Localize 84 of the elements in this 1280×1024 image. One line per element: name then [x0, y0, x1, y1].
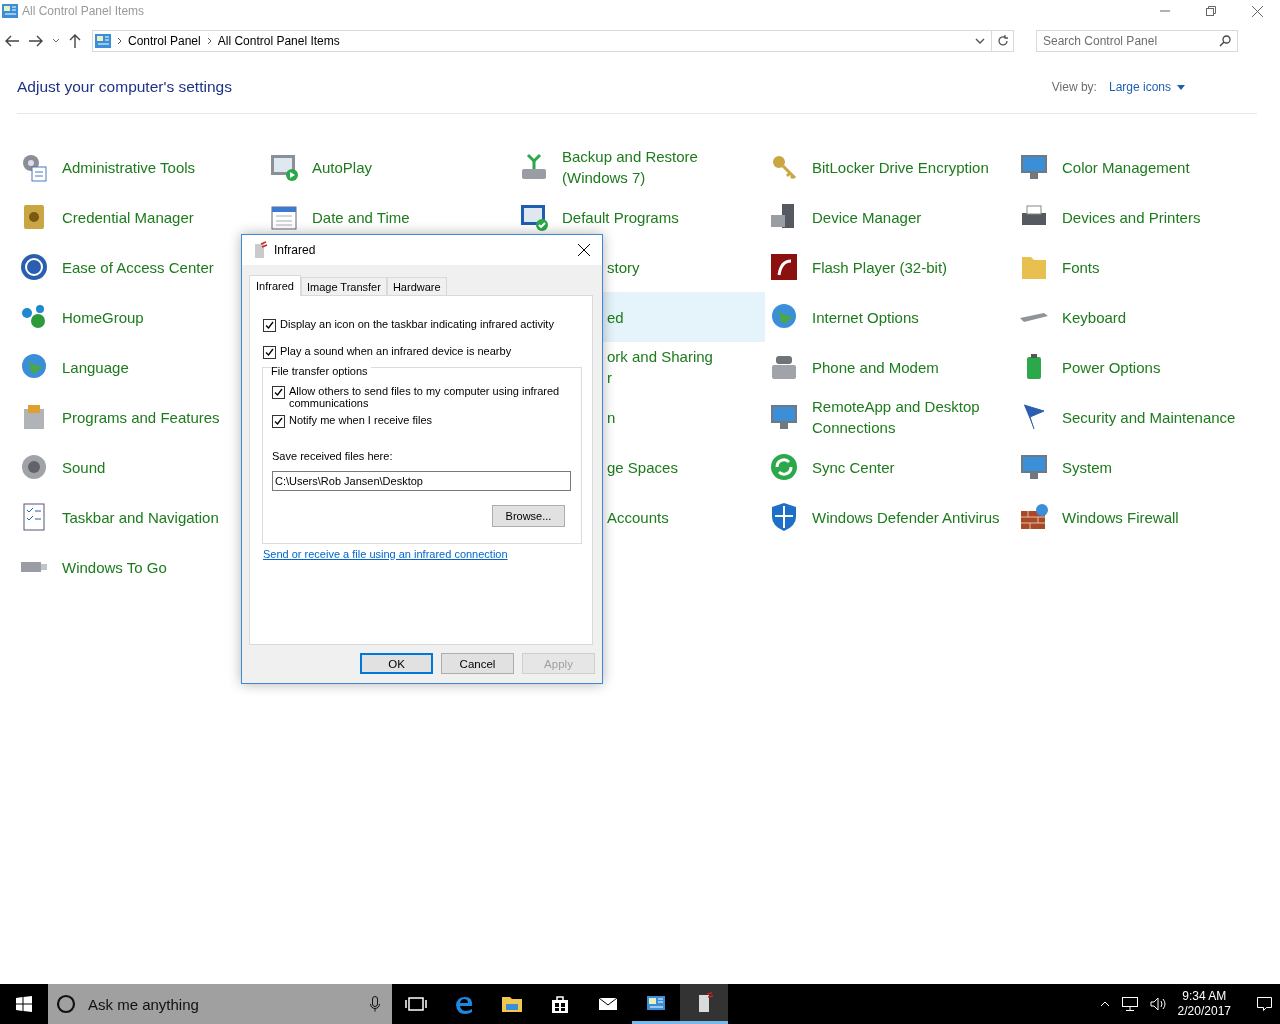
control-panel-item[interactable]: BitLocker Drive Encryption [765, 142, 995, 192]
group-title: File transfer options [271, 365, 371, 377]
field-label: Save received files here: [272, 450, 394, 462]
control-panel-item[interactable]: AutoPlay [265, 142, 379, 192]
caret-icon [1177, 84, 1185, 90]
view-by-dropdown[interactable]: Large icons [1108, 80, 1185, 94]
control-panel-item[interactable]: Programs and Features [15, 392, 226, 442]
chevron-icon [206, 37, 212, 45]
control-panel-item[interactable]: Date and Time [265, 192, 416, 242]
control-panel-item[interactable]: Credential Manager [15, 192, 200, 242]
control-panel-item[interactable]: Phone and Modem [765, 342, 945, 392]
dialog-button[interactable]: OK [360, 653, 433, 674]
control-panel-item[interactable]: Internet Options [765, 292, 925, 342]
window-title: All Control Panel Items [22, 4, 146, 18]
control-panel-item[interactable]: Sync Center [765, 442, 901, 492]
browse-button[interactable]: Browse... [492, 505, 565, 527]
control-panel-item[interactable]: Backup and Restore (Windows 7) [515, 142, 758, 192]
search-box[interactable]: Search Control Panel [1036, 30, 1238, 52]
tab[interactable]: Image Transfer [300, 277, 387, 295]
caret-icon [52, 38, 60, 44]
control-panel-item[interactable]: Windows To Go [15, 542, 173, 592]
notification-icon[interactable] [1257, 997, 1272, 1011]
control-panel-item[interactable]: Ease of Access Center [15, 242, 220, 292]
control-panel-item[interactable]: Sound [15, 442, 112, 492]
dropdown-icon[interactable] [975, 38, 985, 44]
control-panel-item[interactable]: Windows Defender Antivirus [765, 492, 1006, 542]
view-by-label: View by: [1051, 80, 1097, 94]
control-panel-item[interactable]: HomeGroup [15, 292, 150, 342]
app-tile-icon [768, 251, 800, 283]
ring-icon [56, 994, 76, 1014]
keyboard-icon [1020, 312, 1048, 322]
control-panel-item[interactable]: Administrative Tools [15, 142, 202, 192]
round-badge-icon [18, 251, 50, 283]
checkbox-label: Allow others to send files to my computer using infrared communications [289, 385, 561, 409]
checkbox[interactable] [263, 319, 276, 332]
control-panel-item[interactable]: Devices and Printers [1015, 192, 1207, 242]
device-icon [252, 241, 268, 259]
volume-icon[interactable] [1149, 997, 1166, 1011]
checkbox[interactable] [272, 415, 285, 428]
taskbar-search-field[interactable]: Ask me anything [86, 994, 360, 1014]
network-icon[interactable] [1121, 997, 1138, 1011]
checkbox[interactable] [263, 346, 276, 359]
control-panel-item[interactable]: Taskbar and Navigation [15, 492, 225, 542]
sync-icon [768, 451, 800, 483]
microphone-icon [370, 996, 380, 1012]
control-panel-item[interactable]: Power Options [1015, 342, 1167, 392]
control-panel-item[interactable]: Color Management [1015, 142, 1196, 192]
checkbox[interactable] [272, 386, 285, 399]
clock-date: 2/20/2017 [1177, 1004, 1231, 1019]
control-panel-item[interactable]: Language [15, 342, 135, 392]
checkbox-label: Play a sound when an infrared device is nearby [280, 345, 512, 357]
chevron-icon [117, 37, 122, 45]
taskbar-search-box[interactable]: Ask me anything [48, 984, 392, 1024]
control-panel-item[interactable]: Flash Player (32-bit) [765, 242, 954, 292]
page-heading: Adjust your computer's settings [17, 78, 233, 96]
restore-icon [1206, 6, 1216, 16]
close-icon [578, 244, 590, 256]
search-icon [1219, 35, 1231, 47]
link[interactable]: Send or receive a file using an infrared connection [263, 548, 508, 560]
control-panel-item[interactable]: Default Programs [515, 192, 685, 242]
control-panel-item[interactable]: Security and Maintenance [1015, 392, 1242, 442]
folder-path-field[interactable]: C:\Users\Rob Jansen\Desktop [272, 471, 571, 491]
control-panel-item[interactable]: Fonts [1015, 242, 1106, 292]
usb-drive-icon [21, 562, 47, 572]
breadcrumb[interactable]: All Control Panel Items [217, 34, 340, 48]
dialog-button[interactable]: Cancel [441, 653, 514, 674]
clock-time: 9:34 AM [1182, 989, 1227, 1004]
taskbar-app-button[interactable] [680, 984, 728, 1024]
refresh-icon [996, 35, 1009, 47]
breadcrumb[interactable]: Control Panel [128, 34, 201, 48]
control-panel-item[interactable]: Device Manager [765, 192, 928, 242]
address-bar[interactable]: Control Panel All Control Panel Items [92, 30, 1014, 52]
control-panel-item[interactable]: RemoteApp and Desktop Connections [765, 392, 1008, 442]
control-panel-item[interactable]: Keyboard [1015, 292, 1133, 342]
control-panel-item[interactable]: System [1015, 442, 1118, 492]
tab[interactable]: Infrared [249, 275, 301, 296]
dialog-title: Infrared [274, 243, 317, 257]
tab[interactable]: Hardware [386, 277, 447, 295]
control-panel-icon [95, 34, 111, 48]
checkbox-label: Notify me when I receive files [289, 414, 433, 426]
control-panel-item[interactable]: Windows Firewall [1015, 492, 1185, 542]
windows-logo-icon [16, 996, 32, 1012]
close-icon [1251, 5, 1263, 17]
chevron-up-icon[interactable] [1099, 1001, 1110, 1007]
